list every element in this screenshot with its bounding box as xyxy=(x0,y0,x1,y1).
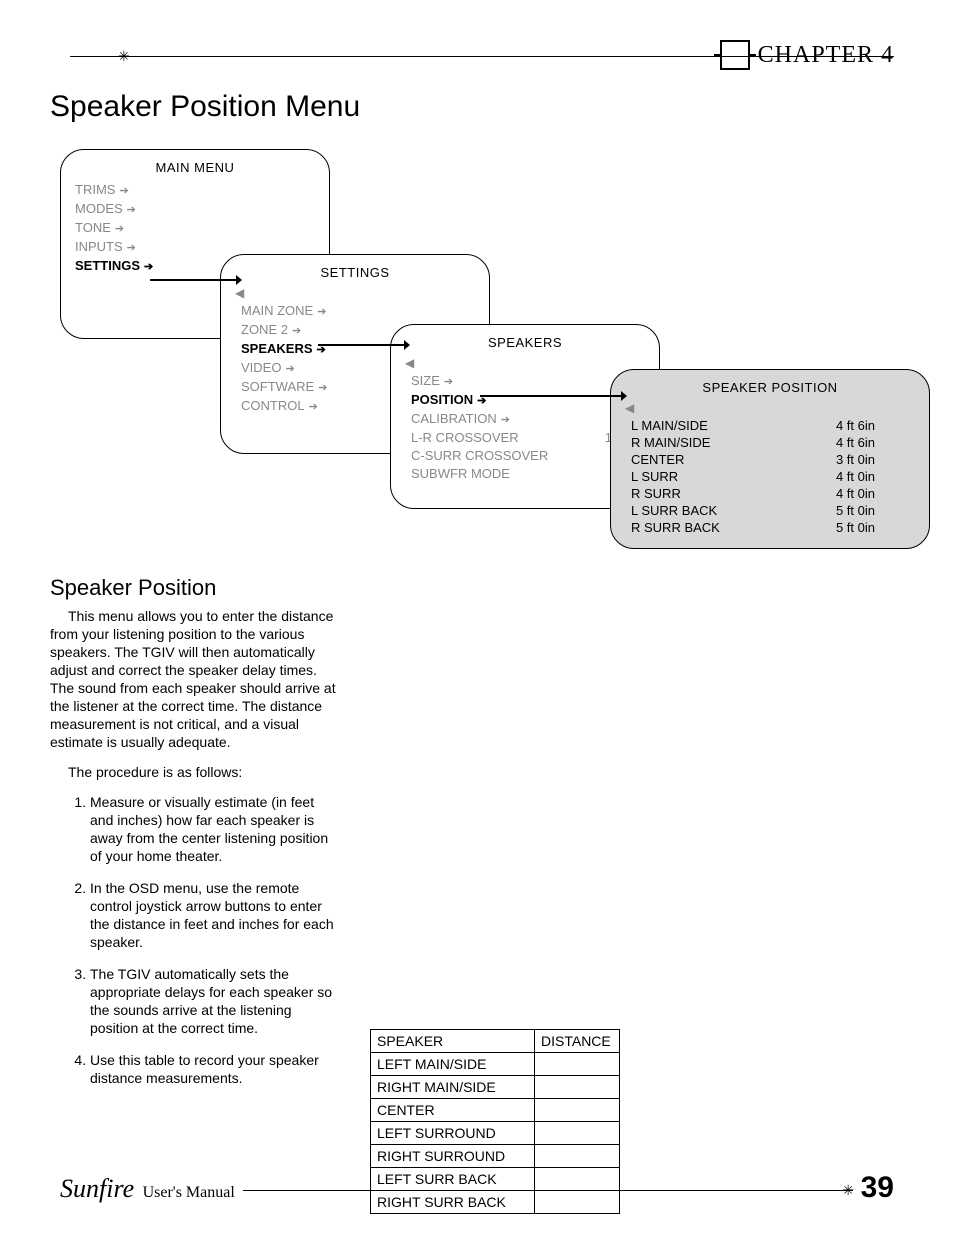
step-item: Use this table to record your speaker di… xyxy=(90,1051,340,1087)
step-item: In the OSD menu, use the remote control … xyxy=(90,879,340,951)
panel-title: SETTINGS xyxy=(235,265,475,280)
crop-mark-icon: ✳ xyxy=(842,1182,854,1199)
arrow-right-icon: ➔ xyxy=(115,223,124,235)
step-item: The TGIV automatically sets the appropri… xyxy=(90,965,340,1037)
table-cell: CENTER xyxy=(371,1099,535,1122)
table-cell xyxy=(535,1076,620,1099)
table-cell xyxy=(535,1099,620,1122)
chapter-label: CHAPTER 4 xyxy=(758,42,894,69)
table-cell: RIGHT SURROUND xyxy=(371,1145,535,1168)
panel-speaker-position: SPEAKER POSITION ◀ L MAIN/SIDE4 ft 6in R… xyxy=(610,369,930,549)
arrow-right-icon: ➔ xyxy=(119,185,128,197)
table-cell xyxy=(535,1145,620,1168)
footer-rule xyxy=(243,1190,853,1191)
paragraph: The procedure is as follows: xyxy=(50,763,340,781)
crop-mark-icon: ✳ xyxy=(118,50,130,62)
arrow-right-icon: ➔ xyxy=(144,261,153,273)
page-number: 39 xyxy=(861,1171,894,1205)
connector-line xyxy=(480,395,625,397)
step-item: Measure or visually estimate (in feet an… xyxy=(90,793,340,865)
arrow-right-icon: ➔ xyxy=(285,363,294,375)
connector-arrowhead xyxy=(621,391,627,401)
speaker-row: R SURR4 ft 0in xyxy=(631,485,915,502)
menu-item: MODES➔ xyxy=(75,200,315,219)
speaker-row: L SURR4 ft 0in xyxy=(631,468,915,485)
speaker-row: L SURR BACK5 ft 0in xyxy=(631,502,915,519)
menu-item: TRIMS➔ xyxy=(75,181,315,200)
table-cell: LEFT SURROUND xyxy=(371,1122,535,1145)
connector-line xyxy=(318,344,408,346)
connector-arrowhead xyxy=(236,275,242,285)
arrow-right-icon: ➔ xyxy=(317,306,326,318)
arrow-right-icon: ➔ xyxy=(127,204,136,216)
connector-arrowhead xyxy=(404,340,410,350)
speaker-row: R SURR BACK5 ft 0in xyxy=(631,519,915,536)
panel-title: SPEAKER POSITION xyxy=(625,380,915,395)
table-header: DISTANCE xyxy=(535,1030,620,1053)
back-arrow-icon: ◀ xyxy=(625,401,915,415)
speaker-row: R MAIN/SIDE4 ft 6in xyxy=(631,434,915,451)
page-title: Speaker Position Menu xyxy=(50,90,904,124)
connector-line xyxy=(150,279,240,281)
page-footer: Sunfire User's Manual 39 xyxy=(60,1171,894,1205)
table-cell: RIGHT MAIN/SIDE xyxy=(371,1076,535,1099)
arrow-right-icon: ➔ xyxy=(501,414,510,426)
table-header: SPEAKER xyxy=(371,1030,535,1053)
speaker-row: L MAIN/SIDE4 ft 6in xyxy=(631,417,915,434)
panel-title: SPEAKERS xyxy=(405,335,645,350)
brand-logo: Sunfire xyxy=(60,1174,134,1203)
menu-item: MAIN ZONE➔ xyxy=(241,302,475,321)
back-arrow-icon: ◀ xyxy=(405,356,645,370)
arrow-right-icon: ➔ xyxy=(309,401,318,413)
body-text-column: Speaker Position This menu allows you to… xyxy=(50,579,340,1101)
paragraph: This menu allows you to enter the distan… xyxy=(50,607,340,751)
menu-item: TONE➔ xyxy=(75,219,315,238)
chapter-header: CHAPTER 4 xyxy=(720,40,894,70)
table-cell xyxy=(535,1053,620,1076)
arrow-right-icon: ➔ xyxy=(318,382,327,394)
menu-diagram: MAIN MENU TRIMS➔ MODES➔ TONE➔ INPUTS➔ SE… xyxy=(50,149,904,569)
table-cell: LEFT MAIN/SIDE xyxy=(371,1053,535,1076)
back-arrow-icon: ◀ xyxy=(235,286,475,300)
manual-label: User's Manual xyxy=(143,1184,235,1201)
arrow-right-icon: ➔ xyxy=(444,376,453,388)
table-cell xyxy=(535,1122,620,1145)
arrow-right-icon: ➔ xyxy=(127,242,136,254)
section-heading: Speaker Position xyxy=(50,579,340,597)
panel-title: MAIN MENU xyxy=(75,160,315,175)
speaker-row: CENTER3 ft 0in xyxy=(631,451,915,468)
arrow-right-icon: ➔ xyxy=(292,325,301,337)
chapter-box-icon xyxy=(720,40,750,70)
